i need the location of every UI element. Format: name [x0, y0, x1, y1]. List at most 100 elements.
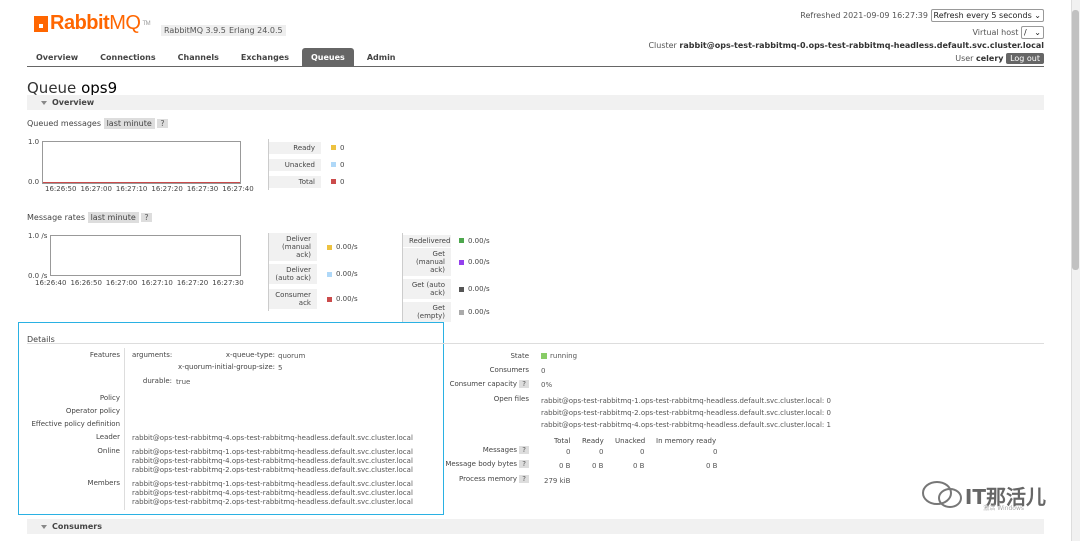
vhost-label: Virtual host: [972, 28, 1019, 37]
cluster-label: Cluster: [648, 41, 677, 50]
details-column-divider: [124, 348, 125, 510]
vhost-select[interactable]: / ⌄: [1020, 26, 1044, 39]
collapse-triangle-icon: [41, 100, 47, 105]
x-tick: 16:27:00: [105, 279, 138, 287]
total-series-line: [43, 182, 240, 183]
arguments-label: arguments:: [132, 351, 173, 359]
member-node: rabbit@ops-test-rabbitmq-2.ops-test-rabb…: [132, 498, 413, 506]
col-header-unacked: Unacked: [615, 437, 646, 445]
help-icon[interactable]: ?: [519, 460, 529, 468]
message-rates-chart: [50, 235, 241, 276]
consumer-ack-value: 0.00/s: [336, 295, 358, 303]
overview-section-toggle[interactable]: Overview: [27, 95, 1044, 110]
tab-overview[interactable]: Overview: [27, 48, 87, 66]
consumer-capacity-value: 0%: [541, 381, 553, 389]
leader-value: rabbit@ops-test-rabbitmq-4.ops-test-rabb…: [132, 434, 413, 442]
queued-messages-chart: [42, 141, 241, 184]
durable-key: durable:: [142, 377, 172, 385]
leader-label: Leader: [95, 433, 120, 441]
help-icon[interactable]: ?: [519, 475, 529, 483]
process-memory-label: Process memory ?: [440, 475, 529, 483]
body-ready: 0 B: [592, 462, 604, 470]
get-empty-swatch: [459, 309, 464, 315]
details-divider: [27, 343, 1044, 344]
tab-queues[interactable]: Queues: [302, 48, 354, 66]
get-auto-value: 0.00/s: [468, 285, 490, 293]
get-auto-swatch: [459, 286, 464, 292]
operator-policy-label: Operator policy: [65, 407, 120, 415]
scrollbar-thumb[interactable]: [1072, 10, 1079, 270]
message-body-bytes-label: Message body bytes ?: [440, 460, 529, 468]
user-name: celery: [976, 54, 1004, 63]
tab-channels[interactable]: Channels: [169, 48, 228, 66]
logo-text: Rabbit: [50, 12, 110, 34]
member-node: rabbit@ops-test-rabbitmq-1.ops-test-rabb…: [132, 480, 413, 488]
consumers-label: Consumers: [489, 366, 529, 374]
consumers-section-toggle[interactable]: Consumers: [27, 519, 1044, 534]
online-node: rabbit@ops-test-rabbitmq-1.ops-test-rabb…: [132, 448, 413, 456]
col-header-ready: Ready: [582, 437, 604, 445]
member-node: rabbit@ops-test-rabbitmq-4.ops-test-rabb…: [132, 489, 413, 497]
range-selector[interactable]: last minute: [87, 212, 139, 223]
messages-total: 0: [566, 448, 571, 456]
col-header-in-memory: In memory ready: [656, 437, 717, 445]
refreshed-text: Refreshed 2021-09-09 16:27:39: [800, 11, 928, 20]
body-unacked: 0 B: [633, 462, 645, 470]
logout-button[interactable]: Log out: [1006, 53, 1044, 64]
help-icon[interactable]: ?: [519, 446, 529, 454]
range-selector[interactable]: last minute: [103, 118, 155, 129]
queue-type-value: quorum: [278, 352, 306, 360]
get-manual-swatch: [459, 259, 464, 265]
state-value: running: [541, 352, 577, 360]
legend-label-total: Total: [269, 175, 321, 188]
collapse-triangle-icon: [41, 524, 47, 529]
group-size-key: x-quorum-initial-group-size:: [177, 363, 275, 371]
x-tick: 16:27:20: [151, 185, 183, 193]
help-icon[interactable]: ?: [141, 213, 152, 222]
x-tick: 16:27:40: [222, 185, 254, 193]
consumer-ack-swatch: [327, 296, 332, 302]
state-label: State: [510, 352, 529, 360]
x-tick: 16:26:50: [45, 185, 77, 193]
tab-connections[interactable]: Connections: [91, 48, 164, 66]
queued-legend: Ready 0 Unacked 0 Total 0: [268, 139, 344, 190]
tab-admin[interactable]: Admin: [358, 48, 405, 66]
cluster-name: rabbit@ops-test-rabbitmq-0.ops-test-rabb…: [679, 41, 1044, 50]
x-axis-ticks: 16:26:50 16:27:00 16:27:10 16:27:20 16:2…: [45, 185, 254, 193]
ready-swatch: [331, 145, 336, 150]
message-rates-header: Message rates last minute ?: [27, 212, 152, 223]
nav-divider: [27, 66, 1044, 67]
tab-exchanges[interactable]: Exchanges: [232, 48, 298, 66]
get-empty-value: 0.00/s: [468, 308, 490, 316]
features-label: Features: [89, 351, 120, 359]
queued-messages-header: Queued messages last minute ?: [27, 118, 168, 129]
queue-type-key: x-queue-type:: [225, 351, 275, 359]
y-axis-top-label: 1.0: [28, 138, 40, 146]
help-icon[interactable]: ?: [157, 119, 168, 128]
redelivered-value: 0.00/s: [468, 236, 490, 245]
messages-unacked: 0: [640, 448, 645, 456]
legend-label-consumer-ack: Consumer ack: [269, 289, 317, 309]
total-swatch: [331, 179, 336, 184]
group-size-value: 5: [278, 364, 283, 372]
open-files-list: rabbit@ops-test-rabbitmq-1.ops-test-rabb…: [541, 397, 831, 429]
y-axis-bottom-label: 0.0: [28, 178, 40, 186]
help-icon[interactable]: ?: [519, 380, 529, 388]
legend-label-deliver-auto: Deliver (auto ack): [269, 264, 317, 284]
rabbitmq-logo[interactable]: Rabbit MQ TM: [34, 12, 151, 35]
legend-label-redelivered: Redelivered: [403, 234, 451, 247]
legend-label-get-manual: Get (manual ack): [403, 248, 451, 276]
get-manual-value: 0.00/s: [468, 258, 490, 266]
erlang-version: Erlang 24.0.5: [226, 25, 286, 36]
members-list: rabbit@ops-test-rabbitmq-1.ops-test-rabb…: [132, 480, 413, 507]
x-axis-ticks: 16:26:40 16:26:50 16:27:00 16:27:10 16:2…: [35, 279, 244, 287]
x-tick: 16:27:10: [141, 279, 173, 287]
refresh-select[interactable]: Refresh every 5 seconds ⌄: [930, 9, 1044, 22]
online-node: rabbit@ops-test-rabbitmq-4.ops-test-rabb…: [132, 457, 413, 465]
deliver-auto-value: 0.00/s: [336, 270, 358, 278]
legend-label-get-auto: Get (auto ack): [403, 279, 451, 299]
members-label: Members: [87, 479, 120, 487]
body-total: 0 B: [559, 462, 571, 470]
messages-in-memory: 0: [713, 448, 718, 456]
effective-policy-label: Effective policy definition: [31, 420, 120, 428]
